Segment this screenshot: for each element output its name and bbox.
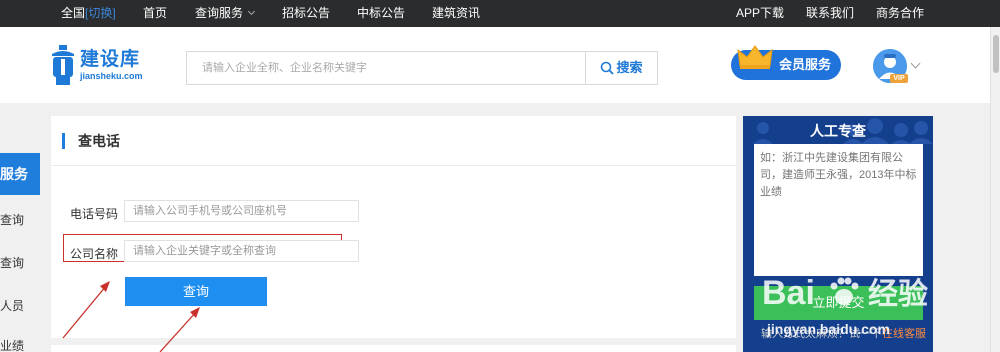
logo-icon [52,45,74,85]
nav-item-business[interactable]: 商务合作 [876,0,924,27]
member-service-label: 会员服务 [779,57,832,72]
chevron-down-icon [247,7,256,16]
logo-title: 建设库 [80,49,141,70]
phone-lookup-panel: 查电话 电话号码 公司名称 查询 [51,116,736,338]
sidemenu-active-item[interactable]: 服务 [0,153,40,195]
crown-icon [737,45,773,69]
nav-item-app-download[interactable]: APP下载 [736,0,784,27]
nav-item-query-service[interactable]: 查询服务 [195,0,256,27]
member-service-button[interactable]: 会员服务 [731,45,841,80]
watermark-url: jingyan.baidu.com [767,321,890,337]
search-button-label: 搜索 [616,60,643,75]
sidemenu-item[interactable]: 查询 [0,253,40,273]
search-icon [601,61,615,75]
avatar-chevron-down-icon[interactable] [910,58,921,69]
page-title: 查电话 [78,133,120,149]
title-accent-bar [62,133,65,149]
vip-badge: VIP [890,74,908,83]
nav-item-contact[interactable]: 联系我们 [806,0,854,27]
logo-subtitle: jiansheku.com [80,71,143,81]
nav-item-query-service-label: 查询服务 [195,6,244,20]
panel-header: 查电话 [51,116,736,166]
site-logo[interactable]: 建设库 jiansheku.com [50,44,150,90]
submit-button[interactable]: 立即提交 [754,286,923,320]
manual-query-card: 人工专查 立即提交 输入方式太麻烦？试一下在线客服 [743,116,933,352]
city-selector[interactable]: 全国[切换] [61,0,116,27]
company-label: 公司名称 [70,247,119,261]
search-input[interactable] [187,52,585,84]
top-nav-bar: 全国[切换] 首页 查询服务 招标公告 中标公告 建筑资讯 APP下载 联系我们… [0,0,1000,27]
nav-item-winning-bid[interactable]: 中标公告 [357,0,405,27]
sidemenu-item[interactable]: 业绩 [0,336,40,352]
city-label: 全国 [61,6,86,20]
manual-query-textarea[interactable] [754,144,923,276]
search-button[interactable]: 搜索 [585,52,657,84]
card-title: 人工专查 [810,123,866,139]
site-header: 建设库 jiansheku.com 搜索 会员服务 VIP [0,27,990,103]
city-switch-link[interactable]: [切换] [85,6,116,20]
scrollbar-thumb[interactable] [993,35,999,73]
query-button[interactable]: 查询 [125,277,267,306]
sidemenu-item[interactable]: 人员 [0,296,40,316]
nav-item-news[interactable]: 建筑资讯 [432,0,480,27]
page-scrollbar[interactable] [990,27,1000,352]
next-panel [51,345,736,352]
company-input[interactable] [124,240,359,262]
sidemenu-item[interactable]: 查询 [0,210,40,230]
nav-item-home[interactable]: 首页 [143,0,167,27]
nav-item-tender[interactable]: 招标公告 [282,0,330,27]
sidemenu-active-label: 服务 [0,166,28,182]
phone-input[interactable] [124,200,359,222]
phone-label: 电话号码 [70,207,119,221]
search-box: 搜索 [186,51,658,85]
